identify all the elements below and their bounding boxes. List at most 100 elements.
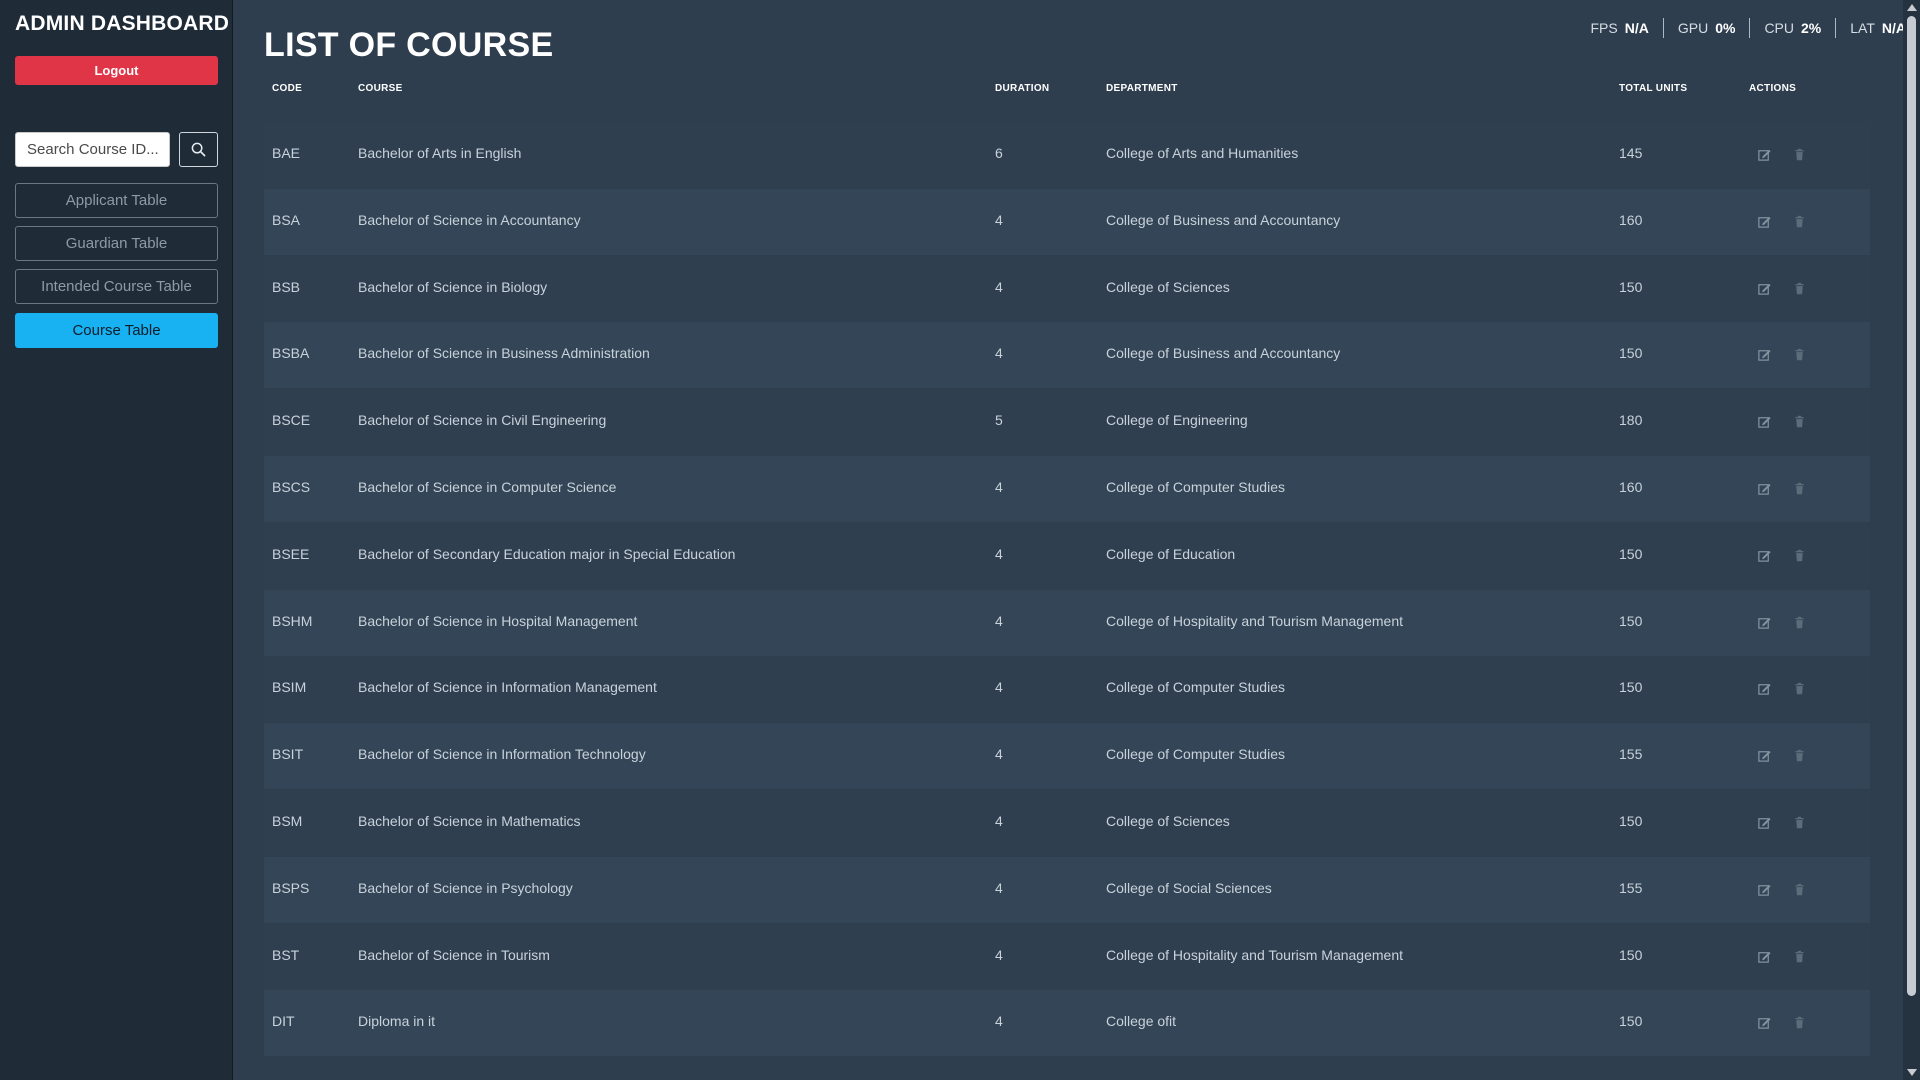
cell-course: Bachelor of Science in Biology xyxy=(358,278,548,295)
cell-total-units: 150 xyxy=(1619,1013,1643,1030)
cell-course: Bachelor of Science in Mathematics xyxy=(358,813,581,829)
edit-icon[interactable] xyxy=(1757,748,1772,764)
cell-course: Bachelor of Science in Information Techn… xyxy=(358,746,646,763)
trash-icon[interactable] xyxy=(1793,882,1808,898)
trash-icon[interactable] xyxy=(1793,748,1808,764)
cell-code: BSBA xyxy=(272,345,310,362)
scroll-up-arrow[interactable] xyxy=(1907,4,1917,11)
edit-icon[interactable] xyxy=(1757,548,1772,564)
trash-icon[interactable] xyxy=(1793,548,1808,564)
trash-icon[interactable] xyxy=(1793,147,1808,163)
cell-code: BSEE xyxy=(272,545,310,562)
cell-department: College of Business and Accountancy xyxy=(1106,345,1341,362)
trash-icon[interactable] xyxy=(1793,481,1808,497)
edit-icon[interactable] xyxy=(1757,147,1772,163)
edit-icon[interactable] xyxy=(1757,347,1772,363)
cell-department: College of Sciences xyxy=(1106,813,1230,829)
header-actions: ACTIONS xyxy=(1749,83,1797,94)
cell-code: BSCS xyxy=(272,479,311,495)
cell-total-units: 150 xyxy=(1619,278,1643,295)
table-row: BSB Bachelor of Science in Biology 4 Colleg… xyxy=(264,255,1870,322)
trash-icon[interactable] xyxy=(1793,214,1808,230)
cell-code: BSM xyxy=(272,813,303,829)
header-department: DEPARTMENT xyxy=(1106,83,1178,94)
table-row: BSIT Bachelor of Science in Information T… xyxy=(264,723,1870,790)
cell-department: College of Business and Accountancy xyxy=(1106,211,1341,228)
cell-department: College of Computer Studies xyxy=(1106,746,1285,763)
edit-icon[interactable] xyxy=(1757,414,1772,430)
edit-icon[interactable] xyxy=(1757,681,1772,697)
cell-code: BST xyxy=(272,946,300,963)
cell-department: College of Engineering xyxy=(1106,412,1248,429)
cell-total-units: 150 xyxy=(1619,679,1643,696)
cell-total-units: 180 xyxy=(1619,412,1643,429)
cell-duration: 4 xyxy=(995,345,1003,362)
logout-button[interactable]: Logout xyxy=(15,56,218,85)
stat-cpu: CPU 2% xyxy=(1749,18,1835,38)
search-button[interactable] xyxy=(179,132,218,167)
scroll-down-arrow[interactable] xyxy=(1907,1069,1917,1076)
trash-icon[interactable] xyxy=(1793,949,1808,965)
cell-department: College of Hospitality and Tourism Manag… xyxy=(1106,946,1404,963)
scroll-thumb[interactable] xyxy=(1907,16,1916,996)
cell-total-units: 145 xyxy=(1619,145,1643,161)
edit-icon[interactable] xyxy=(1757,1015,1772,1031)
edit-icon[interactable] xyxy=(1757,949,1772,965)
cell-department: College ofit xyxy=(1106,1013,1177,1030)
cell-duration: 4 xyxy=(995,946,1003,963)
cell-total-units: 150 xyxy=(1619,545,1643,562)
cell-course: Bachelor of Arts in English xyxy=(358,145,522,161)
cell-total-units: 155 xyxy=(1619,746,1643,763)
search-input[interactable] xyxy=(15,132,170,167)
stat-fps: FPS N/A xyxy=(1591,18,1663,38)
nav-intended-course-table[interactable]: Intended Course Table xyxy=(15,269,218,304)
nav-guardian-table[interactable]: Guardian Table xyxy=(15,226,218,261)
stat-label: GPU xyxy=(1677,20,1709,36)
table-row: BSHM Bachelor of Science in Hospital Mana… xyxy=(264,589,1870,656)
nav-course-table[interactable]: Course Table xyxy=(15,313,218,348)
edit-icon[interactable] xyxy=(1757,882,1772,898)
cell-duration: 6 xyxy=(995,145,1003,161)
search-icon xyxy=(191,142,206,157)
cell-duration: 4 xyxy=(995,1013,1003,1030)
edit-icon[interactable] xyxy=(1757,815,1772,831)
trash-icon[interactable] xyxy=(1793,615,1808,631)
trash-icon[interactable] xyxy=(1793,281,1808,297)
cell-code: BSIM xyxy=(272,679,307,696)
trash-icon[interactable] xyxy=(1793,815,1808,831)
cell-duration: 4 xyxy=(995,612,1003,629)
cell-duration: 4 xyxy=(995,545,1003,562)
cell-code: BAE xyxy=(272,145,301,161)
cell-duration: 4 xyxy=(995,879,1003,896)
trash-icon[interactable] xyxy=(1793,681,1808,697)
table-row: BSM Bachelor of Science in Mathematics 4 Co… xyxy=(264,790,1870,856)
stat-label: CPU xyxy=(1764,20,1794,36)
stat-value: 2% xyxy=(1801,20,1822,36)
edit-icon[interactable] xyxy=(1757,281,1772,297)
cell-course: Bachelor of Science in Hospital Manageme… xyxy=(358,612,638,629)
header-total-units: TOTAL UNITS xyxy=(1619,83,1688,94)
cell-course: Bachelor of Science in Information Manag… xyxy=(358,679,657,696)
trash-icon[interactable] xyxy=(1793,1015,1808,1031)
trash-icon[interactable] xyxy=(1793,347,1808,363)
cell-code: BSPS xyxy=(272,879,310,896)
stat-label: LAT xyxy=(1850,20,1875,36)
cell-department: College of Education xyxy=(1106,545,1236,562)
cell-total-units: 150 xyxy=(1619,612,1643,629)
stat-lat: LAT N/A xyxy=(1835,18,1906,38)
table-row: BAE Bachelor of Arts in English 6 College o… xyxy=(264,122,1870,188)
cell-code: BSB xyxy=(272,278,301,295)
dashboard-title: ADMIN DASHBOARD xyxy=(15,12,230,35)
table-row: DIT Diploma in it 4 College ofit 150 xyxy=(264,990,1870,1057)
header-code: CODE xyxy=(272,83,303,94)
edit-icon[interactable] xyxy=(1757,481,1772,497)
edit-icon[interactable] xyxy=(1757,214,1772,230)
scrollbar[interactable] xyxy=(1903,0,1920,1080)
cell-duration: 4 xyxy=(995,813,1003,829)
nav-applicant-table[interactable]: Applicant Table xyxy=(15,183,218,218)
trash-icon[interactable] xyxy=(1793,414,1808,430)
cell-duration: 4 xyxy=(995,479,1003,495)
edit-icon[interactable] xyxy=(1757,615,1772,631)
table-row: BSIM Bachelor of Science in Information M… xyxy=(264,656,1870,723)
table-row: BSA Bachelor of Science in Accountancy 4 Co… xyxy=(264,188,1870,255)
